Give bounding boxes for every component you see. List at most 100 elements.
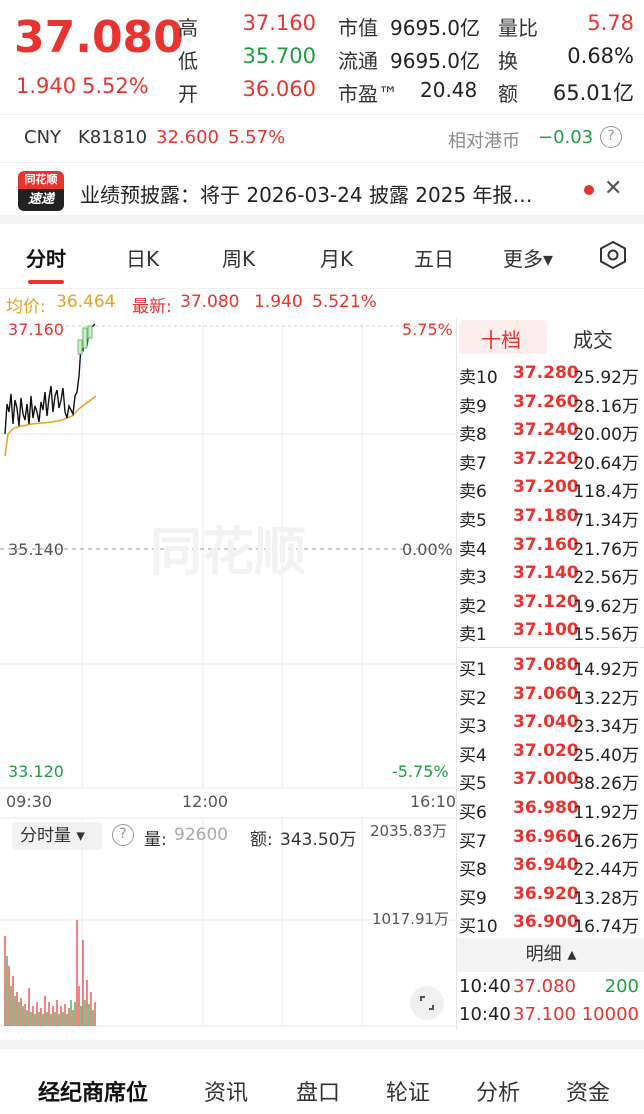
ask-level-label: 卖6 (459, 482, 487, 503)
low-label: 低 (178, 49, 198, 73)
news-logo: 同花顺 速递 (18, 171, 64, 211)
nav-news[interactable]: 资讯 (204, 1075, 248, 1107)
ask-price: 37.260 (513, 391, 579, 412)
tab-weekly-k[interactable]: 周K (222, 243, 255, 272)
ask-row[interactable]: 卖10 37.280 25.92万 (457, 360, 644, 388)
ask-row[interactable]: 卖1 37.100 15.56万 (457, 617, 644, 645)
ask-row[interactable]: 卖9 37.260 28.16万 (457, 389, 644, 417)
latest-change: 1.940 (254, 292, 303, 312)
bid-level-label: 买5 (459, 774, 487, 795)
avg-label: 均价: (6, 297, 46, 317)
bid-row[interactable]: 买1 37.080 14.92万 (457, 652, 644, 680)
trade-time: 10:40 (459, 976, 511, 997)
bid-volume: 11.92万 (573, 803, 639, 823)
ask-volume: 20.64万 (573, 453, 639, 474)
ask-price: 37.220 (513, 448, 579, 469)
bid-volume: 16.74万 (573, 917, 639, 938)
ask-row[interactable]: 卖7 37.220 20.64万 (457, 446, 644, 474)
nav-order-panel[interactable]: 盘口 (296, 1075, 340, 1107)
cny-currency: CNY (24, 127, 62, 148)
bid-row[interactable]: 买3 37.040 23.34万 (457, 709, 644, 737)
nav-broker-seats[interactable]: 经纪商席位 (38, 1075, 148, 1107)
ask-price: 37.120 (513, 591, 579, 612)
news-text[interactable]: 业绩预披露：将于 2026-03-24 披露 2025 年报… (80, 179, 533, 208)
bid-volume: 25.40万 (573, 745, 639, 766)
bid-level-label: 买7 (459, 831, 487, 852)
volratio-value: 5.78 (587, 11, 634, 35)
ask-volume: 28.16万 (573, 396, 639, 417)
bid-volume: 14.92万 (573, 660, 639, 680)
price-axis-top: 37.160 (8, 320, 64, 339)
time-mid: 12:00 (182, 792, 229, 811)
tab-monthly-k[interactable]: 月K (320, 243, 353, 272)
ask-row[interactable]: 卖5 37.180 71.34万 (457, 503, 644, 531)
open-label: 开 (178, 82, 198, 106)
bid-row[interactable]: 买6 36.980 11.92万 (457, 795, 644, 823)
order-book: 十档 成交 卖10 37.280 25.92万卖9 37.260 28.16万 卖8 37.… (456, 318, 644, 1030)
ask-level-label: 卖2 (459, 596, 487, 617)
ask-level-label: 卖9 (459, 396, 487, 417)
pe-value: 20.48 (420, 78, 478, 102)
latest-pct: 5.521% (312, 292, 377, 312)
avg-value: 36.464 (56, 292, 116, 312)
tab-trades[interactable]: 成交 (573, 324, 613, 353)
nav-analysis[interactable]: 分析 (476, 1075, 520, 1107)
ask-price: 37.280 (513, 363, 579, 383)
tab-active-indicator (28, 280, 64, 284)
amount-value: 65.01亿 (552, 81, 634, 105)
time-end: 16:10 (410, 792, 457, 811)
detail-toggle[interactable]: 明细 ▴ (457, 938, 644, 972)
ask-volume: 22.56万 (573, 568, 639, 589)
ask-row[interactable]: 卖3 37.140 22.56万 (457, 560, 644, 588)
tab-more[interactable]: 更多▾ (503, 243, 553, 272)
volume-scale-top: 2035.83万 (370, 822, 448, 840)
nav-warrants[interactable]: 轮证 (386, 1075, 430, 1107)
mktcap-value: 9695.0亿 (390, 16, 480, 40)
ask-volume: 15.56万 (573, 625, 639, 646)
nav-funds[interactable]: 资金 (566, 1075, 610, 1107)
book-divider (457, 647, 644, 648)
bid-price: 36.920 (513, 883, 579, 904)
bid-row[interactable]: 买2 37.060 13.22万 (457, 681, 644, 709)
close-icon[interactable]: ✕ (604, 176, 622, 201)
ask-row[interactable]: 卖4 37.160 21.76万 (457, 532, 644, 560)
intraday-price-chart[interactable]: 同花顺 (0, 316, 456, 811)
news-banner[interactable]: 同花顺 速递 业绩预披露：将于 2026-03-24 披露 2025 年报… ✕ (0, 162, 644, 224)
ask-level-label: 卖7 (459, 453, 487, 474)
tab-intraday[interactable]: 分时 (26, 243, 66, 272)
help-icon[interactable]: ? (600, 126, 622, 148)
cny-row[interactable]: CNY K81810 32.600 5.57% 相对港币 −0.03 ? (0, 114, 644, 160)
settings-hexagon-icon[interactable] (598, 240, 628, 270)
bid-row[interactable]: 买8 36.940 22.44万 (457, 852, 644, 880)
bid-level-label: 买9 (459, 888, 487, 909)
ask-volume: 20.00万 (573, 425, 639, 446)
quote-header: 37.080 1.940 5.52% 高 37.160 低 35.700 开 3… (0, 0, 644, 112)
bid-row[interactable]: 买10 36.900 16.74万 (457, 909, 644, 937)
bid-price: 36.980 (513, 798, 579, 818)
ask-row[interactable]: 卖8 37.240 20.00万 (457, 417, 644, 445)
tab-ten-levels[interactable]: 十档 (481, 324, 521, 353)
float-value: 9695.0亿 (390, 49, 480, 73)
volume-label: 量: (144, 830, 167, 850)
ask-row[interactable]: 卖6 37.200 118.4万 (457, 474, 644, 502)
relative-hkd-value: −0.03 (538, 127, 594, 148)
cny-pct: 5.57% (228, 127, 286, 148)
volume-type-selector[interactable]: 分时量 ▾ (12, 822, 102, 850)
fullscreen-icon[interactable] (410, 986, 444, 1020)
open-value: 36.060 (242, 77, 316, 101)
amount-label: 额: (250, 830, 273, 850)
bid-row[interactable]: 买4 37.020 25.40万 (457, 738, 644, 766)
bid-level-label: 买1 (459, 660, 487, 680)
tab-five-day[interactable]: 五日 (414, 243, 454, 272)
ask-row[interactable]: 卖2 37.120 19.62万 (457, 589, 644, 617)
tab-daily-k[interactable]: 日K (126, 243, 159, 272)
bid-price: 37.040 (513, 712, 579, 733)
trade-time: 10:40 (459, 1004, 511, 1025)
mktcap-label: 市值 (338, 16, 378, 40)
volume-help-icon[interactable]: ? (112, 824, 134, 846)
bid-row[interactable]: 买9 36.920 13.28万 (457, 881, 644, 909)
pct-axis-bot: -5.75% (392, 762, 449, 781)
low-value: 35.700 (242, 44, 316, 68)
bid-row[interactable]: 买7 36.960 16.26万 (457, 824, 644, 852)
bid-row[interactable]: 买5 37.000 38.26万 (457, 766, 644, 794)
